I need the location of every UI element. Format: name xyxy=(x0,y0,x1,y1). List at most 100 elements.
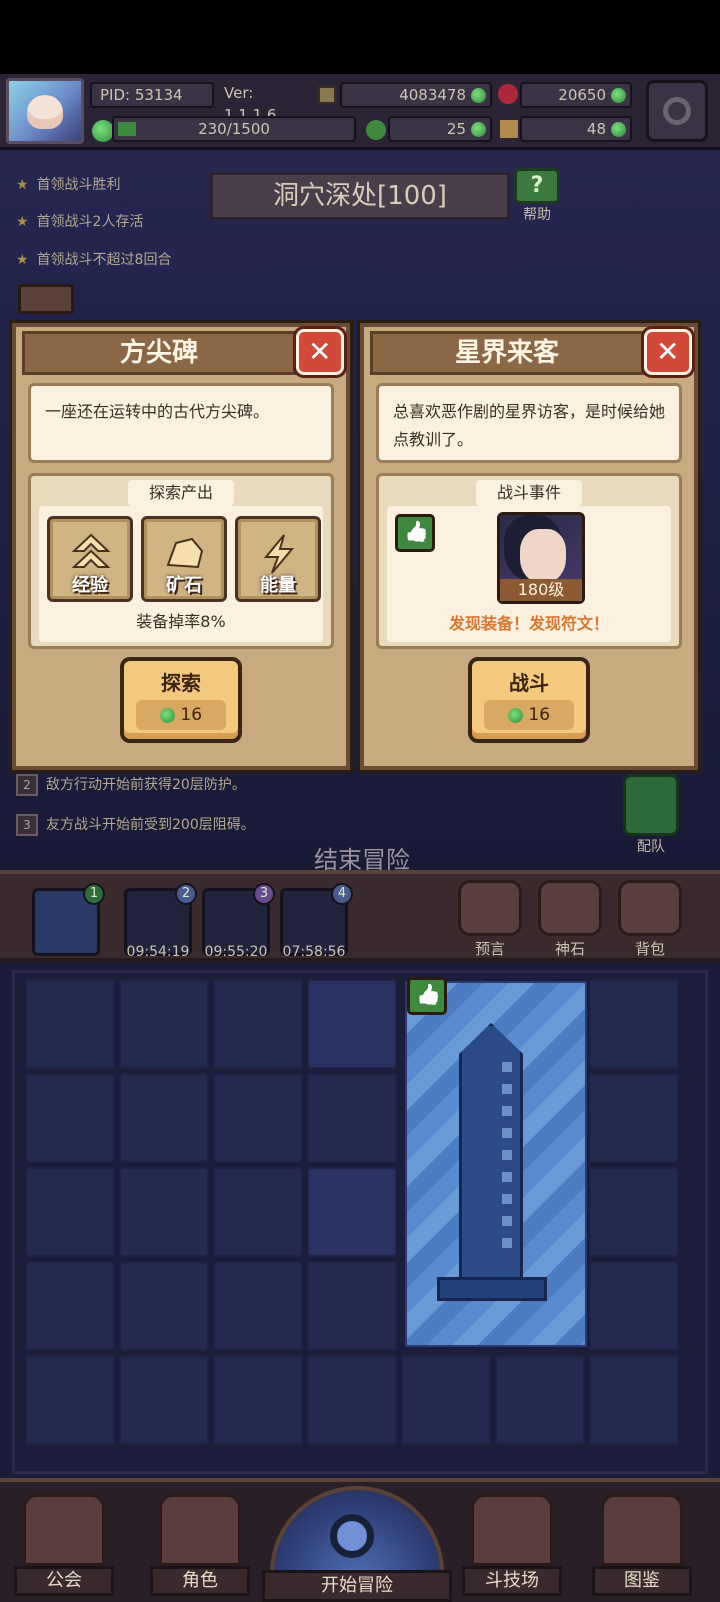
party-slots-bar: 1 2 3 4 09:54:19 09:55:20 07:58:56 预言 神石… xyxy=(0,870,720,962)
astral-visitor-panel: 星界来客 ✕ 总喜欢恶作剧的星界访客，是时候给她点教训了。 战斗事件 180级 … xyxy=(360,323,698,770)
grid-cell[interactable] xyxy=(307,1261,397,1351)
help-button[interactable]: ? 帮助 xyxy=(512,168,562,223)
location-title: 洞穴深处[100] xyxy=(210,172,510,220)
grid-cell[interactable] xyxy=(119,979,209,1069)
grid-cell[interactable] xyxy=(25,979,115,1069)
enemy-portrait[interactable]: 180级 xyxy=(497,512,585,604)
close-icon: ✕ xyxy=(656,335,680,368)
stamina-fill xyxy=(118,122,136,136)
output-tile-energy[interactable]: 能量 xyxy=(235,516,321,602)
star-icon: ★ xyxy=(16,177,29,193)
section-body: 经验 矿石 能量 装备掉率8% xyxy=(39,506,323,642)
star-icon: ★ xyxy=(16,214,29,230)
grid-cell[interactable] xyxy=(213,1355,303,1445)
team-button[interactable]: 配队 xyxy=(620,774,682,856)
backpack-icon xyxy=(618,880,682,936)
crossed-swords-icon xyxy=(471,1494,553,1566)
divine-stone-button[interactable]: 神石 xyxy=(534,880,606,959)
grid-cell[interactable] xyxy=(307,1167,397,1257)
backpack-button[interactable]: 背包 xyxy=(614,880,686,959)
quest-item: ★ 首领战斗胜利 xyxy=(16,177,121,193)
pid-label: PID: 53134 xyxy=(90,82,214,108)
add-clover-icon[interactable] xyxy=(471,122,486,137)
obelisk-tile[interactable] xyxy=(405,981,587,1347)
character-icon xyxy=(159,1494,241,1566)
grid-cell[interactable] xyxy=(495,1355,585,1445)
exploration-grid xyxy=(12,970,708,1474)
help-label: 帮助 xyxy=(523,207,551,223)
grid-cell[interactable] xyxy=(213,979,303,1069)
gem-icon xyxy=(507,707,523,723)
grid-cell[interactable] xyxy=(119,1073,209,1163)
divine-stone-icon xyxy=(538,880,602,936)
gold-count: 4083478 xyxy=(340,82,492,108)
close-button[interactable]: ✕ xyxy=(296,329,344,375)
grid-cell[interactable] xyxy=(25,1073,115,1163)
grid-cell[interactable] xyxy=(119,1355,209,1445)
grid-cell[interactable] xyxy=(589,979,679,1069)
start-adventure-button[interactable]: 开始冒险 xyxy=(262,1486,452,1602)
slot-timer: 07:58:56 xyxy=(282,944,346,960)
version-label: Ver: 1.1.1.6 xyxy=(224,84,277,124)
panel-description: 总喜欢恶作剧的星界访客，是时候给她点教训了。 xyxy=(376,383,682,463)
stamina-bar: 230/1500 xyxy=(112,116,356,142)
star-icon: ★ xyxy=(16,252,29,268)
fight-cost: 16 xyxy=(484,700,574,730)
player-avatar[interactable] xyxy=(6,78,84,144)
obelisk-panel: 方尖碑 ✕ 一座还在运转中的古代方尖碑。 探索产出 经验 矿石 能量 装备掉率8… xyxy=(12,323,350,770)
nav-codex[interactable]: 图鉴 xyxy=(592,1494,692,1596)
party-slot[interactable]: 1 xyxy=(32,883,105,956)
settings-button[interactable] xyxy=(646,80,708,142)
nav-guild[interactable]: 公会 xyxy=(14,1494,114,1596)
obelisk-icon xyxy=(459,1023,523,1281)
quest-item: ★ 首领战斗不超过8回合 xyxy=(16,252,172,268)
grid-cell[interactable] xyxy=(25,1355,115,1445)
grid-cell[interactable] xyxy=(213,1073,303,1163)
grid-cell[interactable] xyxy=(589,1355,679,1445)
drop-rate: 装备掉率8% xyxy=(136,612,226,631)
grid-cell[interactable] xyxy=(307,979,397,1069)
thumbs-up-icon xyxy=(395,514,435,552)
close-button[interactable]: ✕ xyxy=(644,329,692,375)
battle-section: 战斗事件 180级 发现装备！发现符文！ xyxy=(376,473,682,649)
enemy-face xyxy=(520,529,566,583)
enemy-level: 180级 xyxy=(500,579,582,601)
output-tile-ore[interactable]: 矿石 xyxy=(141,516,227,602)
add-heart-icon[interactable] xyxy=(611,88,626,103)
fight-button[interactable]: 战斗 16 xyxy=(468,657,590,743)
grid-cell[interactable] xyxy=(307,1073,397,1163)
grid-cell[interactable] xyxy=(25,1167,115,1257)
output-tile-exp[interactable]: 经验 xyxy=(47,516,133,602)
chest-icon[interactable] xyxy=(18,284,74,314)
grid-cell[interactable] xyxy=(119,1261,209,1351)
nav-role[interactable]: 角色 xyxy=(150,1494,250,1596)
add-gold-icon[interactable] xyxy=(471,88,486,103)
add-boots-icon[interactable] xyxy=(611,122,626,137)
grid-cell[interactable] xyxy=(589,1073,679,1163)
grid-cell[interactable] xyxy=(589,1167,679,1257)
output-section: 探索产出 经验 矿石 能量 装备掉率8% xyxy=(28,473,334,649)
explore-button[interactable]: 探索 16 xyxy=(120,657,242,743)
team-icon xyxy=(623,774,679,836)
nav-arena[interactable]: 斗技场 xyxy=(462,1494,562,1596)
boots-icon xyxy=(500,120,518,138)
slot-timer: 09:55:20 xyxy=(204,944,268,960)
boots-value: 48 xyxy=(586,120,606,138)
book-icon xyxy=(601,1494,683,1566)
grid-cell[interactable] xyxy=(401,1355,491,1445)
section-title: 战斗事件 xyxy=(476,480,582,506)
section-body: 180级 发现装备！发现符文！ xyxy=(387,506,671,642)
grid-cell[interactable] xyxy=(213,1167,303,1257)
stamina-gem-icon xyxy=(92,120,114,142)
panel-description: 一座还在运转中的古代方尖碑。 xyxy=(28,383,334,463)
help-icon: ? xyxy=(514,168,560,204)
prophecy-button[interactable]: 预言 xyxy=(454,880,526,959)
grid-cell[interactable] xyxy=(213,1261,303,1351)
effect-note: 2 敌方行动开始前获得20层防护。 xyxy=(16,774,246,796)
game-screen: PID: 53134 Ver: 1.1.1.6 4083478 20650 23… xyxy=(0,0,720,1602)
grid-cell[interactable] xyxy=(307,1355,397,1445)
top-bar: PID: 53134 Ver: 1.1.1.6 4083478 20650 23… xyxy=(0,74,720,150)
grid-cell[interactable] xyxy=(589,1261,679,1351)
grid-cell[interactable] xyxy=(119,1167,209,1257)
grid-cell[interactable] xyxy=(25,1261,115,1351)
